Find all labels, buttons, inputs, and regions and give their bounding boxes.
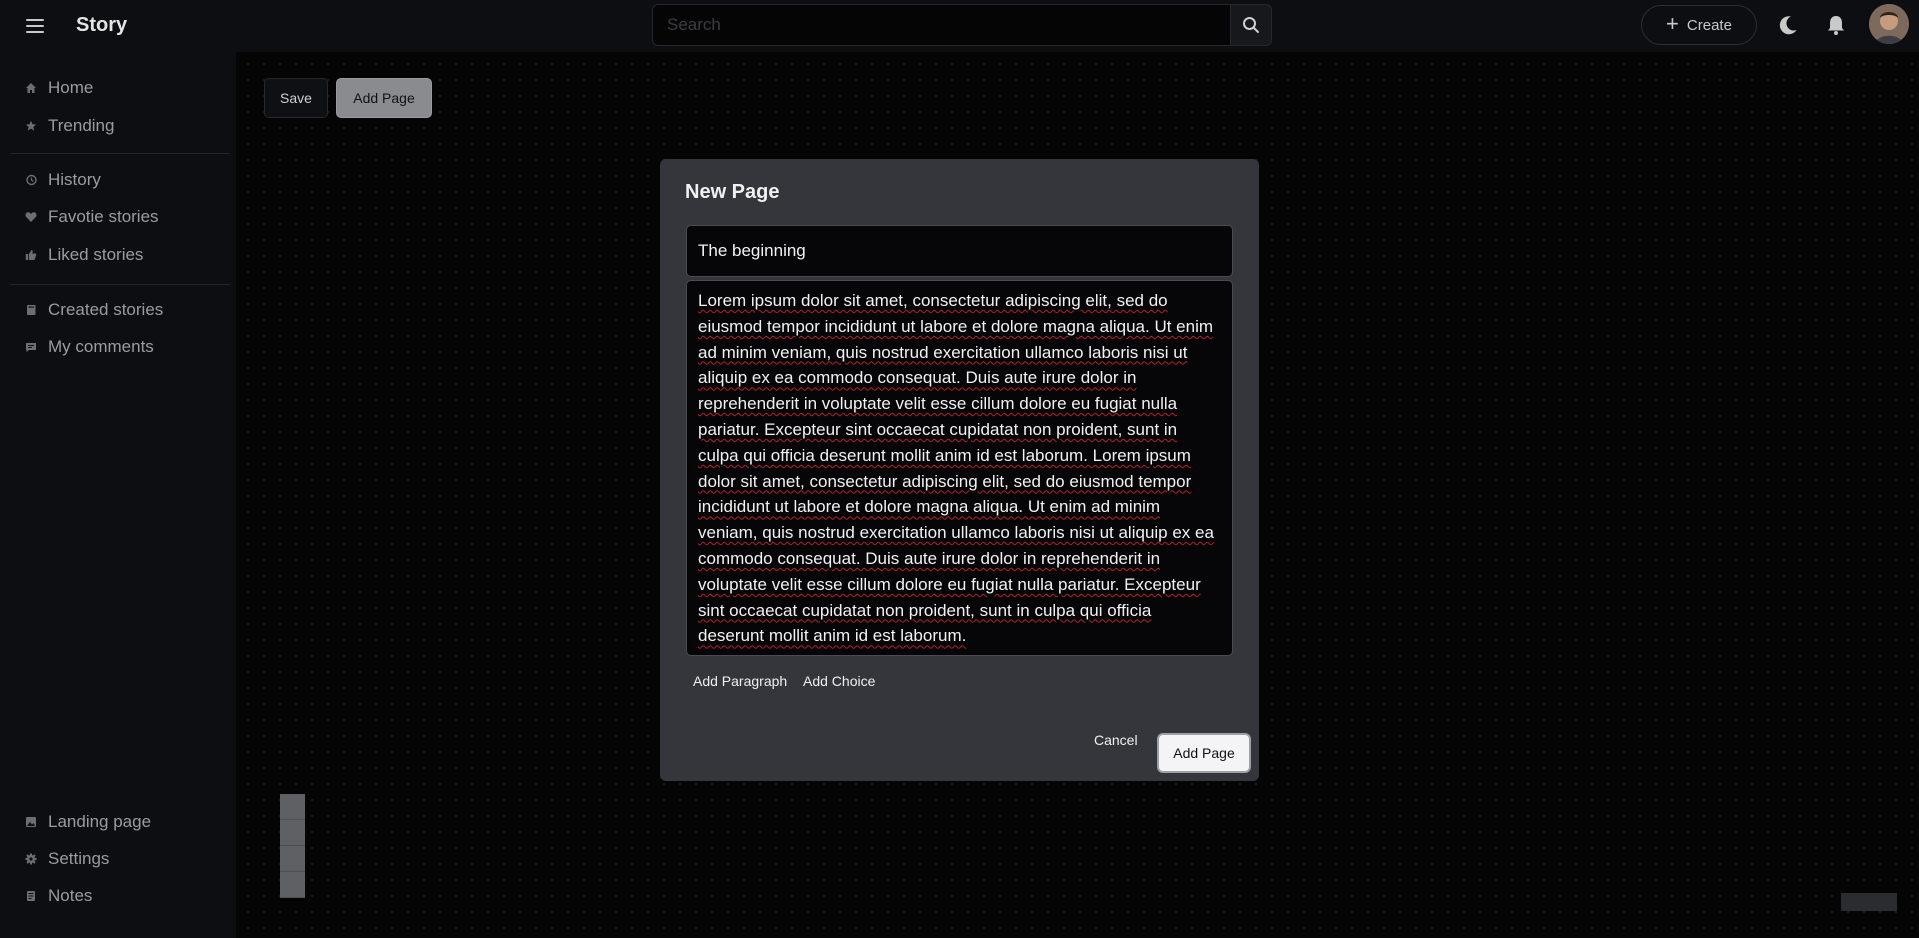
sidebar-item-landing-page[interactable]: Landing page [24,807,151,837]
dialog-title: New Page [685,181,780,203]
create-button[interactable]: + Create [1641,5,1757,45]
top-bar: Story + Create [0,0,1919,52]
page-node[interactable] [280,794,305,898]
minimap[interactable] [1841,893,1897,911]
sidebar-item-label: Liked stories [48,245,144,264]
sidebar-item-my-comments[interactable]: My comments [24,332,154,362]
sidebar-item-label: Trending [48,116,115,135]
sidebar-item-liked-stories[interactable]: Liked stories [24,240,143,270]
dark-mode-toggle[interactable] [1777,14,1799,36]
sidebar-item-settings[interactable]: Settings [24,844,109,874]
page-title-input[interactable]: The beginning [686,225,1233,277]
cancel-button[interactable]: Cancel [1094,732,1138,748]
sidebar-item-favorite-stories[interactable]: Favotie stories [24,202,159,232]
sidebar-item-label: Settings [48,849,110,868]
search-icon [1243,17,1259,33]
home-icon [24,81,38,95]
avatar[interactable] [1869,4,1909,44]
add-choice-button[interactable]: Add Choice [803,673,875,689]
hamburger-menu-icon[interactable] [24,15,46,37]
page-body-textarea[interactable]: Lorem ipsum dolor sit amet, consectetur … [686,280,1233,656]
sidebar-item-label: Home [48,78,94,97]
bell-icon [1828,16,1844,35]
user-photo-icon [1869,4,1909,44]
search-input[interactable] [652,4,1230,46]
note-icon [24,889,38,903]
sidebar-item-label: Favotie stories [48,207,159,226]
new-page-dialog: New Page The beginning Lorem ipsum dolor… [660,159,1259,781]
moon-icon [1779,16,1797,35]
sidebar-item-label: Created stories [48,300,164,319]
sidebar-item-label: History [48,170,101,189]
gear-icon [24,852,38,866]
sidebar-item-notes[interactable]: Notes [24,881,92,911]
add-page-button[interactable]: Add Page [336,78,432,118]
add-paragraph-button[interactable]: Add Paragraph [693,673,787,689]
star-icon [24,119,38,133]
sidebar-item-label: My comments [48,337,154,356]
search-bar [652,4,1272,48]
sidebar-divider [10,284,230,285]
sidebar-item-label: Landing page [48,812,152,831]
plus-icon: + [1666,11,1679,36]
sidebar-item-history[interactable]: History [24,165,101,195]
sidebar-item-trending[interactable]: Trending [24,111,114,141]
sidebar: Home Trending History Favotie stories Li… [0,52,236,938]
confirm-add-page-button[interactable]: Add Page [1157,733,1251,773]
book-icon [24,303,38,317]
sidebar-item-home[interactable]: Home [24,73,93,103]
sidebar-divider [10,153,230,154]
history-icon [24,173,38,187]
search-button[interactable] [1230,4,1272,46]
create-label: Create [1686,16,1732,34]
heart-icon [24,210,38,224]
comment-icon [24,340,38,354]
image-icon [24,815,38,829]
app-title[interactable]: Story [76,14,127,37]
save-button[interactable]: Save [264,78,328,118]
notifications-button[interactable] [1825,14,1847,36]
sidebar-item-created-stories[interactable]: Created stories [24,295,163,325]
thumbs-up-icon [24,248,38,262]
sidebar-item-label: Notes [48,886,93,905]
